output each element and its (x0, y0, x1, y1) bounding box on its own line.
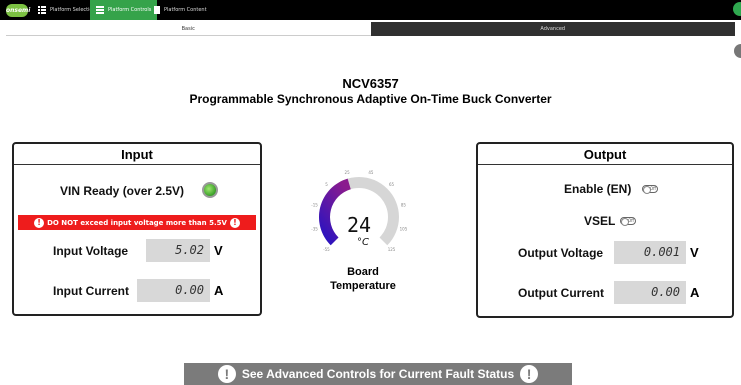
vin-ready-label: VIN Ready (over 2.5V) (60, 184, 185, 198)
exclamation-icon: ! (520, 365, 539, 383)
input-panel: Input VIN Ready (over 2.5V) ! DO NOT exc… (12, 142, 262, 316)
output-panel-title: Output (478, 144, 732, 165)
input-panel-title: Input (14, 144, 260, 165)
input-current-value: 0.00 (137, 279, 210, 302)
fault-text: See Advanced Controls for Current Fault … (241, 367, 515, 381)
gauge-tick-label: -35 (311, 226, 318, 231)
gauge-tick-label: 105 (400, 226, 408, 231)
enable-toggle[interactable]: Off (642, 185, 658, 194)
exclamation-icon: ! (217, 365, 236, 383)
vin-ready-led (202, 182, 218, 198)
grid-icon (38, 6, 46, 14)
gauge-tick-label: 85 (401, 203, 407, 208)
gauge-tick-label: -15 (311, 203, 318, 208)
view-tabs: Basic Advanced (6, 22, 735, 36)
vsel-toggle[interactable]: Off (620, 217, 636, 226)
nav-label: Platform Content (164, 7, 207, 13)
output-current-unit: A (690, 285, 700, 300)
gauge-label-line1: Board (347, 266, 379, 278)
input-current-unit: A (214, 283, 224, 298)
help-icon[interactable] (734, 44, 741, 58)
exclamation-icon: ! (34, 217, 45, 228)
output-panel: Output Enable (EN) Off VSEL Off Output V… (476, 142, 734, 318)
gauge-tick-label: 65 (389, 182, 395, 187)
enable-label: Enable (EN) (564, 182, 632, 196)
nav-label: Platform Controls (108, 7, 152, 13)
input-voltage-value: 5.02 (146, 239, 210, 262)
input-voltage-label: Input Voltage (53, 244, 129, 258)
tab-basic[interactable]: Basic (6, 22, 371, 36)
top-nav-bar: onsemi Platform Selection Platform Contr… (0, 0, 741, 20)
vsel-label: VSEL (584, 214, 616, 228)
gauge-unit: °C (357, 237, 369, 248)
gauge-tick-label: 45 (368, 170, 374, 175)
onsemi-logo: onsemi (6, 4, 30, 17)
list-icon (96, 6, 104, 14)
connection-status-icon[interactable] (733, 2, 741, 16)
gauge-tick-label: 25 (345, 170, 351, 175)
tab-advanced[interactable]: Advanced (370, 22, 735, 36)
gauge-tick-label: -55 (323, 247, 330, 252)
input-voltage-warning: ! DO NOT exceed input voltage more than … (18, 215, 256, 230)
input-voltage-unit: V (214, 243, 223, 258)
output-voltage-label: Output Voltage (518, 246, 604, 260)
page-subtitle: Programmable Synchronous Adaptive On-Tim… (189, 92, 552, 106)
output-voltage-unit: V (690, 245, 699, 260)
output-current-label: Output Current (518, 286, 604, 300)
board-temperature-gauge: -55 -35 -15 5 25 45 65 85 105 125 24 °C (311, 170, 408, 252)
input-current-label: Input Current (53, 284, 129, 298)
gauge-tick-label: 125 (388, 247, 396, 252)
nav-label: Platform Selection (50, 7, 96, 13)
warning-text: DO NOT exceed input voltage more than 5.… (47, 218, 227, 227)
output-current-value: 0.00 (614, 281, 686, 304)
exclamation-icon: ! (229, 217, 240, 228)
gauge-tick-label: 5 (325, 182, 328, 187)
gauge-label-line2: Temperature (330, 280, 396, 292)
gauge-value: 24 (347, 213, 371, 237)
nav-platform-content[interactable]: Platform Content (148, 0, 213, 20)
page-title: NCV6357 (342, 76, 399, 91)
document-icon (154, 6, 160, 14)
fault-status-banner: ! See Advanced Controls for Current Faul… (184, 363, 572, 385)
output-voltage-value: 0.001 (614, 241, 686, 264)
